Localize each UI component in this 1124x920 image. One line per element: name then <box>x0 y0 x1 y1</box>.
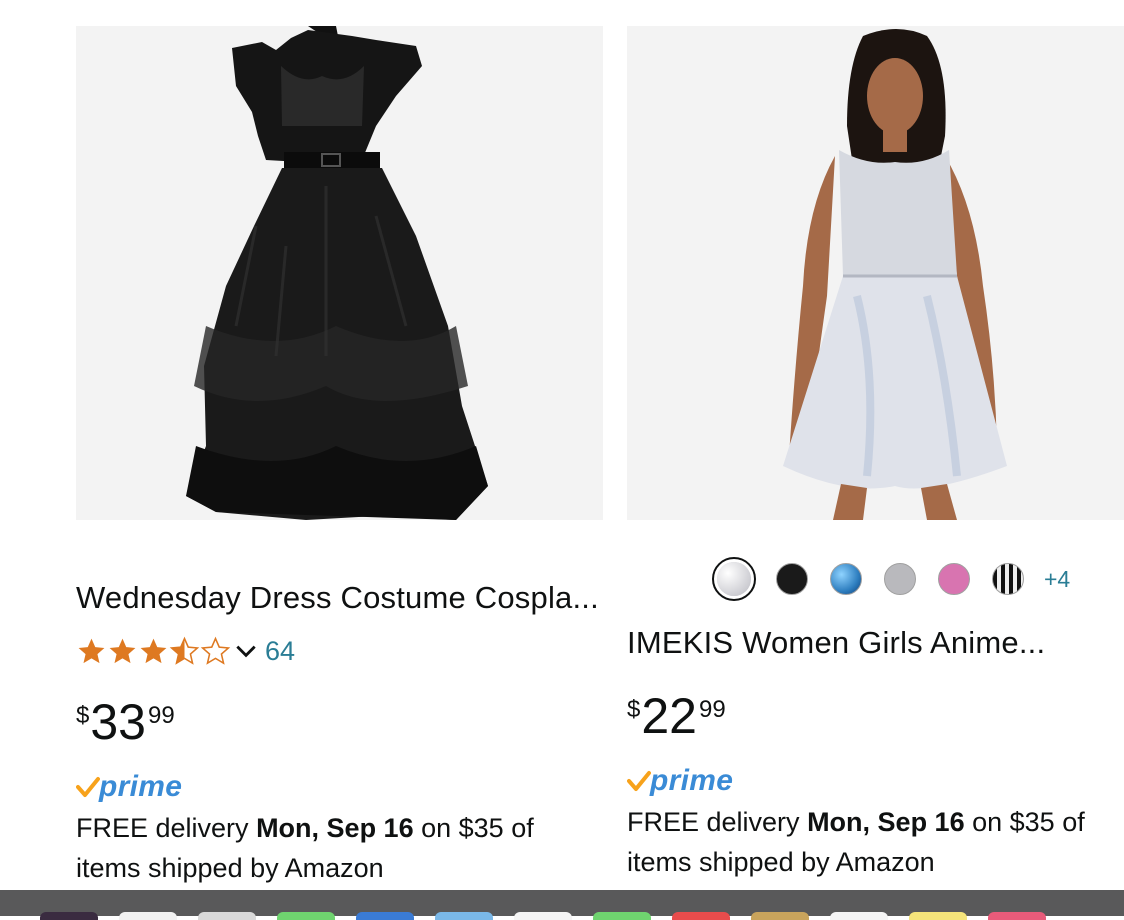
dock-app-icon[interactable] <box>988 912 1046 920</box>
product-image[interactable] <box>76 26 603 520</box>
star-half-icon <box>169 636 200 665</box>
swatch-black[interactable] <box>776 563 808 595</box>
price-symbol: $ <box>76 702 90 729</box>
prime-check-icon <box>627 771 651 791</box>
dock-app-icon[interactable] <box>198 912 256 920</box>
delivery-prefix: FREE delivery <box>627 807 800 837</box>
delivery-date: Mon, Sep 16 <box>807 807 965 837</box>
product-image[interactable] <box>627 26 1124 520</box>
price-fraction: 99 <box>147 702 175 729</box>
delivery-prefix: FREE delivery <box>76 813 249 843</box>
prime-badge: prime <box>76 770 182 804</box>
dock-app-icon[interactable] <box>830 912 888 920</box>
price-whole: 33 <box>90 694 146 750</box>
dock-app-icon[interactable] <box>277 912 335 920</box>
prime-check-icon <box>76 777 100 797</box>
dock-app-icon[interactable] <box>435 912 493 920</box>
more-swatches-link[interactable]: +4 <box>1044 566 1070 593</box>
dock-app-icon[interactable] <box>751 912 809 920</box>
price-symbol: $ <box>627 696 641 723</box>
prime-label: prime <box>650 764 734 797</box>
swatch-silver[interactable] <box>712 557 756 601</box>
dock-app-icon[interactable] <box>514 912 572 920</box>
silver-dress-image <box>783 29 1007 520</box>
price-fraction: 99 <box>698 696 726 723</box>
color-swatches[interactable]: +4 <box>712 557 1070 601</box>
dock-app-icon[interactable] <box>40 912 98 920</box>
dock <box>0 890 1124 920</box>
review-count-link[interactable]: 64 <box>265 636 295 667</box>
product-title[interactable]: Wednesday Dress Costume Cospla... <box>76 580 603 616</box>
star-rating[interactable] <box>76 636 231 667</box>
price: $ 22 99 <box>627 688 726 744</box>
star-full-icon <box>140 638 167 663</box>
black-dress-image <box>186 26 488 520</box>
swatch-striped[interactable] <box>992 563 1024 595</box>
swatch-gray[interactable] <box>884 563 916 595</box>
delivery-date: Mon, Sep 16 <box>256 813 414 843</box>
rating-row[interactable]: 64 <box>76 634 295 668</box>
swatch-pink[interactable] <box>938 563 970 595</box>
dock-app-icon[interactable] <box>672 912 730 920</box>
star-full-icon <box>78 638 105 663</box>
swatch-blue[interactable] <box>830 563 862 595</box>
product-card[interactable]: +4 IMEKIS Women Girls Anime... $ 22 99 p… <box>627 0 1124 890</box>
price: $ 33 99 <box>76 694 175 750</box>
dock-app-icon[interactable] <box>593 912 651 920</box>
product-title[interactable]: IMEKIS Women Girls Anime... <box>627 625 1124 661</box>
star-full-icon <box>109 638 136 663</box>
star-empty-icon <box>200 636 231 665</box>
dock-app-icon[interactable] <box>356 912 414 920</box>
prime-label: prime <box>99 770 183 803</box>
delivery-info: FREE delivery Mon, Sep 16 on $35 of item… <box>627 802 1124 882</box>
delivery-info: FREE delivery Mon, Sep 16 on $35 of item… <box>76 808 603 888</box>
dock-app-icon[interactable] <box>909 912 967 920</box>
price-whole: 22 <box>641 688 697 744</box>
dock-app-icon[interactable] <box>119 912 177 920</box>
prime-badge: prime <box>627 764 733 798</box>
product-card[interactable]: Wednesday Dress Costume Cospla... 64 $ 3… <box>76 0 603 890</box>
chevron-down-icon[interactable] <box>233 638 259 664</box>
